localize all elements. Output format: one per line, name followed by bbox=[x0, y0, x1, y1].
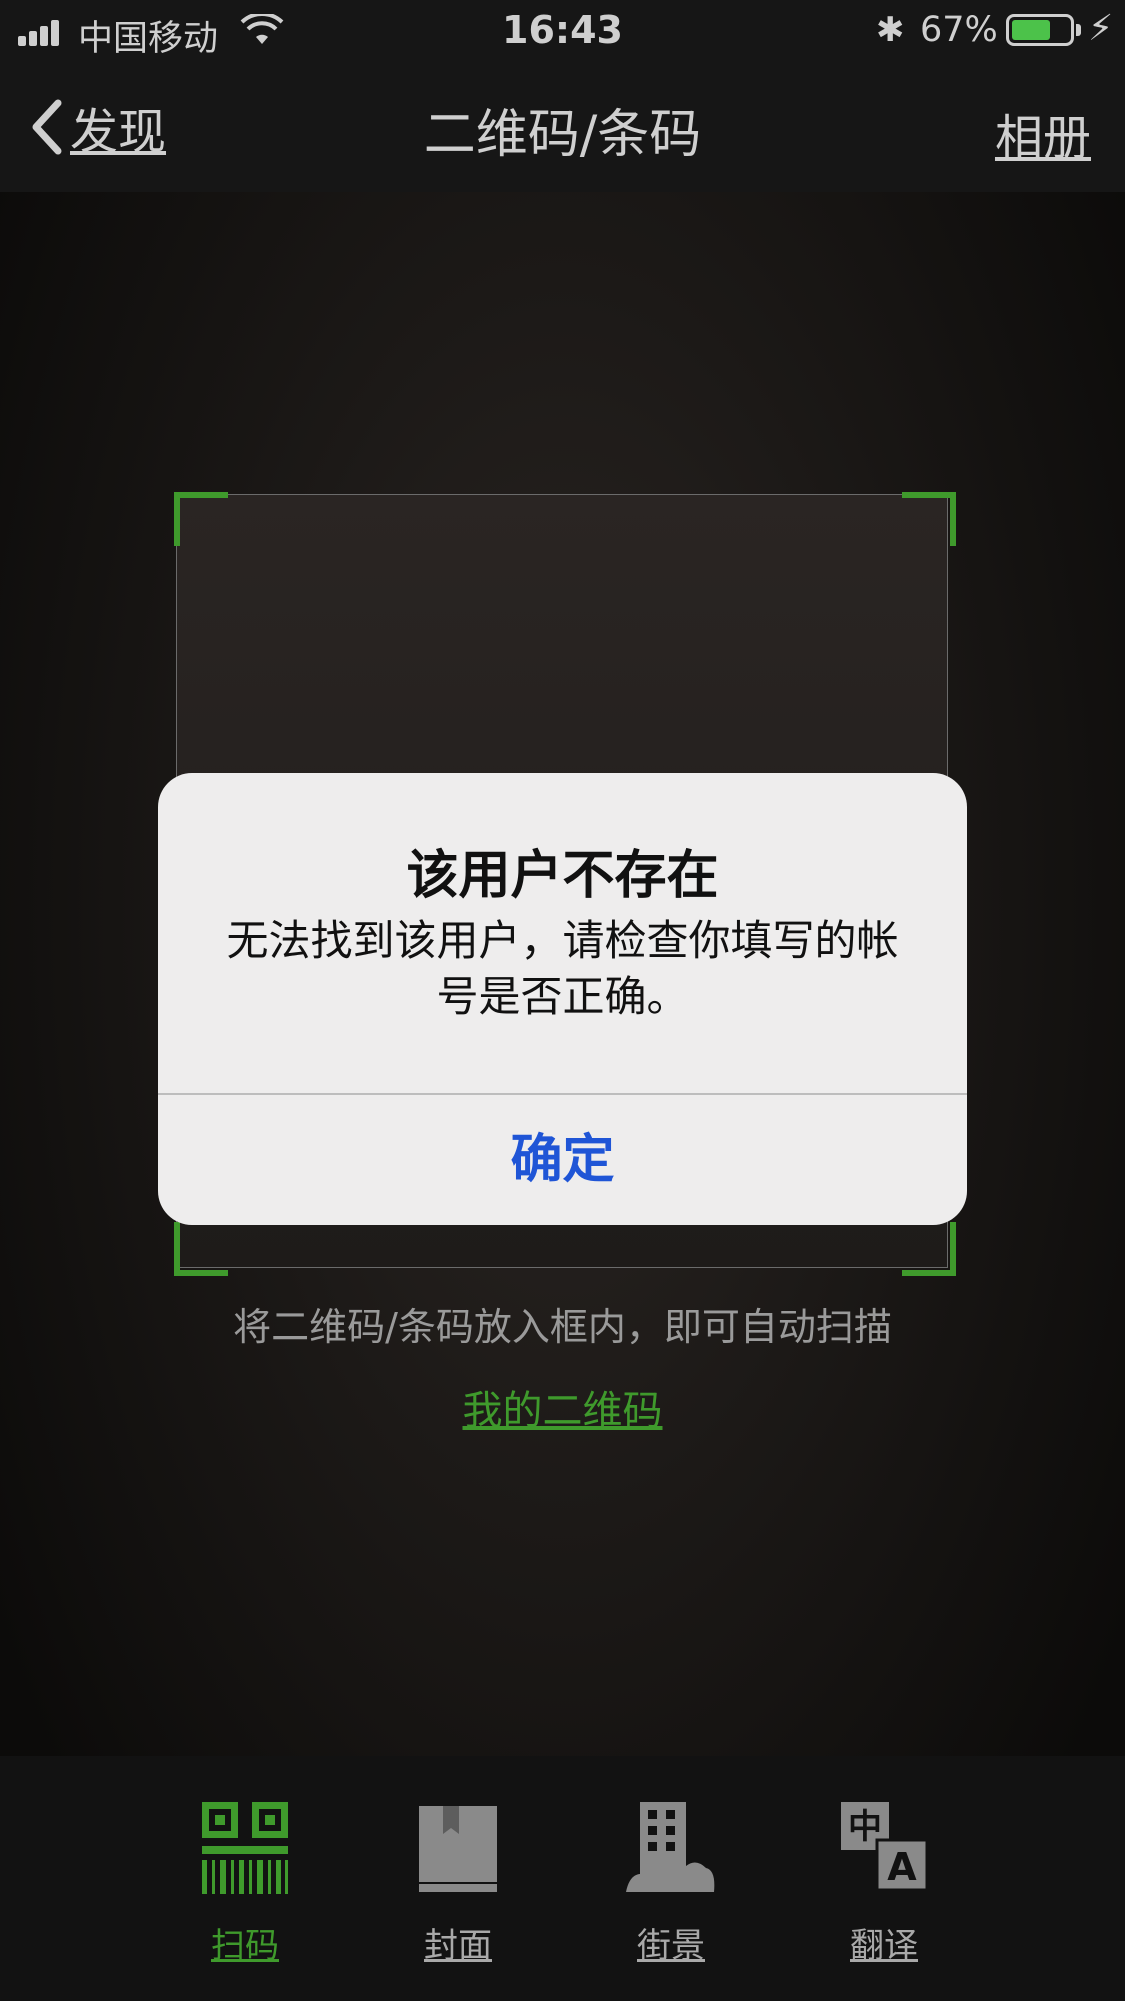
tab-scan[interactable]: 扫码 bbox=[170, 1800, 320, 1970]
status-bar: 中国移动 16:43 ✱ 67% ⚡ bbox=[0, 0, 1125, 62]
bluetooth-icon: ✱ bbox=[876, 10, 905, 50]
translate-icon: 中 A bbox=[841, 1802, 929, 1892]
alert-title: 该用户不存在 bbox=[406, 846, 719, 906]
charging-icon: ⚡ bbox=[1088, 8, 1114, 49]
alert-dialog: 该用户不存在 无法找到该用户，请检查你填写的帐号是否正确。 确定 bbox=[158, 773, 967, 1225]
tab-street-view[interactable]: 街景 bbox=[596, 1800, 746, 1970]
battery-percent: 67% bbox=[920, 10, 998, 50]
tab-translate[interactable]: 中 A 翻译 bbox=[809, 1800, 959, 1970]
tab-label: 翻译 bbox=[850, 1926, 918, 1966]
confirm-button[interactable]: 确定 bbox=[158, 1095, 967, 1225]
album-button[interactable]: 相册 bbox=[995, 98, 1091, 168]
alert-message: 无法找到该用户，请检查你填写的帐号是否正确。 bbox=[226, 916, 899, 1021]
frame-corner-top-right bbox=[902, 492, 956, 546]
scan-hint: 将二维码/条码放入框内，即可自动扫描 bbox=[233, 1305, 892, 1349]
page-title: 二维码/条码 bbox=[423, 105, 702, 165]
my-qr-code-link[interactable]: 我的二维码 bbox=[463, 1388, 663, 1434]
book-cover-icon bbox=[419, 1806, 497, 1892]
frame-corner-top-left bbox=[174, 492, 228, 546]
tab-cover[interactable]: 封面 bbox=[383, 1800, 533, 1970]
battery-icon bbox=[1006, 14, 1074, 46]
frame-corner-bottom-left bbox=[174, 1222, 228, 1276]
tab-label: 街景 bbox=[637, 1926, 705, 1966]
frame-corner-bottom-right bbox=[902, 1222, 956, 1276]
battery-tip bbox=[1076, 24, 1081, 36]
tab-label: 扫码 bbox=[211, 1926, 279, 1966]
street-view-icon bbox=[626, 1802, 715, 1892]
navigation-bar: 发现 二维码/条码 相册 bbox=[0, 62, 1125, 192]
svg-text:A: A bbox=[887, 1845, 917, 1889]
qr-scan-icon bbox=[202, 1802, 288, 1894]
my-qr-code-link-row: 我的二维码 bbox=[0, 1378, 1125, 1436]
tab-label: 封面 bbox=[424, 1926, 492, 1966]
